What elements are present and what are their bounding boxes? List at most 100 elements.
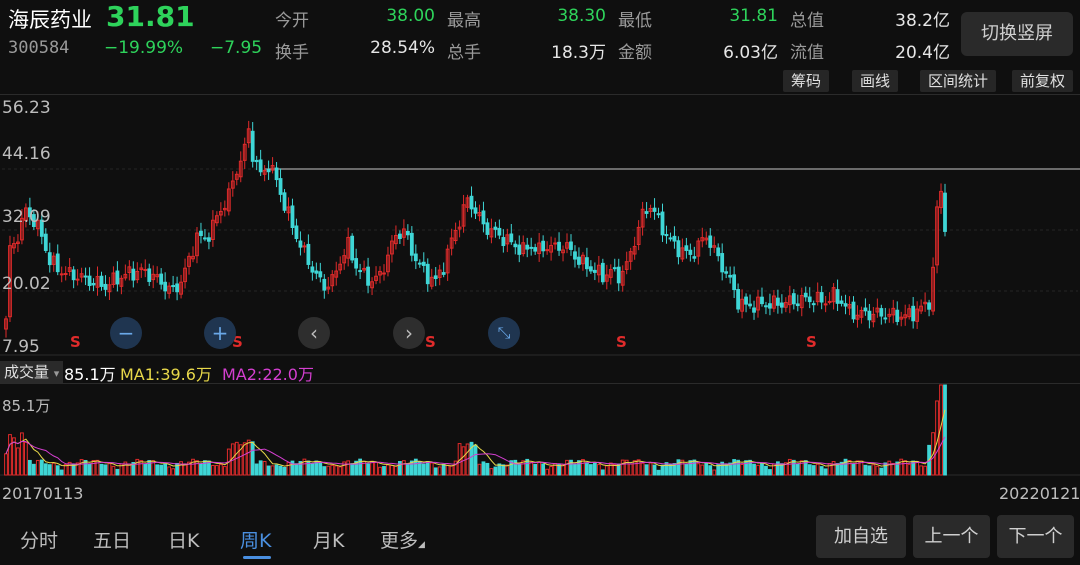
volume-bar	[115, 468, 120, 476]
zoom-out-button[interactable]: −	[110, 317, 142, 349]
candle-body	[354, 258, 359, 269]
candle-body	[545, 249, 550, 252]
volume-indicator-selector[interactable]: 成交量 ▾	[0, 361, 64, 383]
volume-bar	[795, 463, 800, 476]
y-label-bottom: 7.95	[2, 337, 40, 357]
volume-bar	[183, 463, 187, 476]
candle-body	[91, 282, 96, 286]
stock-name: 海辰药业	[8, 8, 92, 32]
y-label-top: 56.23	[2, 98, 51, 118]
volume-bar	[473, 444, 478, 476]
volume-bar	[847, 460, 852, 476]
previous-stock-button[interactable]: 上一个	[913, 515, 990, 558]
volume-bar	[807, 464, 812, 476]
volume-bar	[664, 462, 669, 476]
candle-body	[577, 256, 581, 265]
volume-bar	[250, 441, 255, 476]
volume-bar	[27, 459, 32, 476]
volume-bar	[823, 468, 828, 476]
volume-bar	[262, 460, 267, 476]
volume-bar	[24, 441, 28, 476]
total-cap-label: 总值	[790, 11, 824, 31]
shrink-icon[interactable]: ⤡	[488, 317, 520, 349]
volume-bar	[429, 462, 434, 476]
add-watchlist-button[interactable]: 加自选	[816, 515, 906, 558]
pan-left-button[interactable]: ‹	[298, 317, 330, 349]
candle-body	[728, 274, 733, 278]
volume-bar	[171, 468, 176, 476]
candle-body	[358, 270, 363, 273]
volume-bar	[652, 464, 657, 476]
volume-bar	[398, 461, 402, 476]
candle-body	[366, 266, 370, 286]
volume-ma2: MA2:22.0万	[222, 365, 314, 384]
float-cap-label: 流值	[790, 43, 824, 63]
candle-body	[207, 237, 211, 242]
candle-body	[469, 195, 474, 210]
volume-bar	[481, 461, 486, 476]
candle-body	[163, 281, 168, 292]
volume-bar	[394, 465, 398, 476]
range-stats-button[interactable]: 区间统计	[920, 70, 997, 92]
candle-body	[43, 233, 48, 251]
s-marker: S	[425, 333, 436, 351]
next-stock-button[interactable]: 下一个	[997, 515, 1074, 558]
candle-body	[541, 240, 546, 252]
volume-bar	[628, 463, 633, 476]
candle-body	[413, 253, 418, 262]
volume-bar	[493, 466, 498, 476]
volume-bar	[326, 465, 331, 476]
draw-line-button[interactable]: 画线	[852, 70, 899, 92]
volume-bar	[218, 464, 223, 476]
candle-body	[405, 230, 410, 236]
volume-bar	[760, 463, 764, 476]
volume-bar	[254, 463, 259, 476]
volume-bar	[310, 463, 315, 476]
candle-body	[421, 261, 426, 266]
amount-value: 6.03亿	[723, 43, 778, 63]
volume-bar	[195, 460, 199, 476]
volume-bar	[47, 464, 52, 476]
candle-body	[83, 275, 88, 278]
tab-monthly-k[interactable]: 月K	[313, 526, 344, 553]
volume-bar	[346, 460, 351, 476]
volume-total-value: 18.3万	[551, 43, 606, 63]
tab-more[interactable]: 更多◢	[380, 526, 425, 553]
candle-body	[744, 296, 748, 305]
tab-weekly-k[interactable]: 周K	[240, 526, 271, 553]
volume-bar	[648, 462, 653, 476]
candle-body	[75, 278, 80, 281]
candle-body	[99, 275, 104, 287]
volume-bar	[31, 463, 36, 476]
volume-bar	[915, 460, 920, 476]
volume-chart[interactable]	[0, 383, 1080, 478]
tab-intraday[interactable]: 分时	[20, 526, 58, 553]
candlestick-chart[interactable]	[0, 94, 1080, 356]
volume-bar	[39, 459, 44, 476]
candle-body	[497, 227, 502, 236]
volume-bar	[59, 469, 64, 476]
volume-bar	[545, 468, 550, 476]
candle-body	[171, 285, 176, 288]
candle-body	[732, 274, 737, 291]
volume-bar	[366, 463, 370, 476]
turnover-label: 换手	[275, 43, 309, 63]
volume-bar	[660, 464, 665, 476]
candle-body	[143, 268, 148, 271]
adjust-button[interactable]: 前复权	[1012, 70, 1074, 92]
volume-bar	[270, 465, 275, 476]
candle-body	[553, 242, 557, 245]
candle-body	[708, 235, 713, 248]
candle-body	[294, 225, 299, 240]
volume-bar	[541, 463, 546, 476]
candle-body	[879, 308, 884, 317]
switch-portrait-button[interactable]: 切换竖屏	[961, 12, 1073, 56]
volume-bar	[640, 462, 645, 476]
zoom-in-button[interactable]: +	[204, 317, 236, 349]
volume-bar	[155, 464, 160, 476]
pan-right-button[interactable]: ›	[393, 317, 425, 349]
chips-button[interactable]: 筹码	[783, 70, 830, 92]
tab-daily-k[interactable]: 日K	[168, 526, 199, 553]
volume-bar	[588, 464, 593, 476]
tab-five-day[interactable]: 五日	[93, 526, 131, 553]
